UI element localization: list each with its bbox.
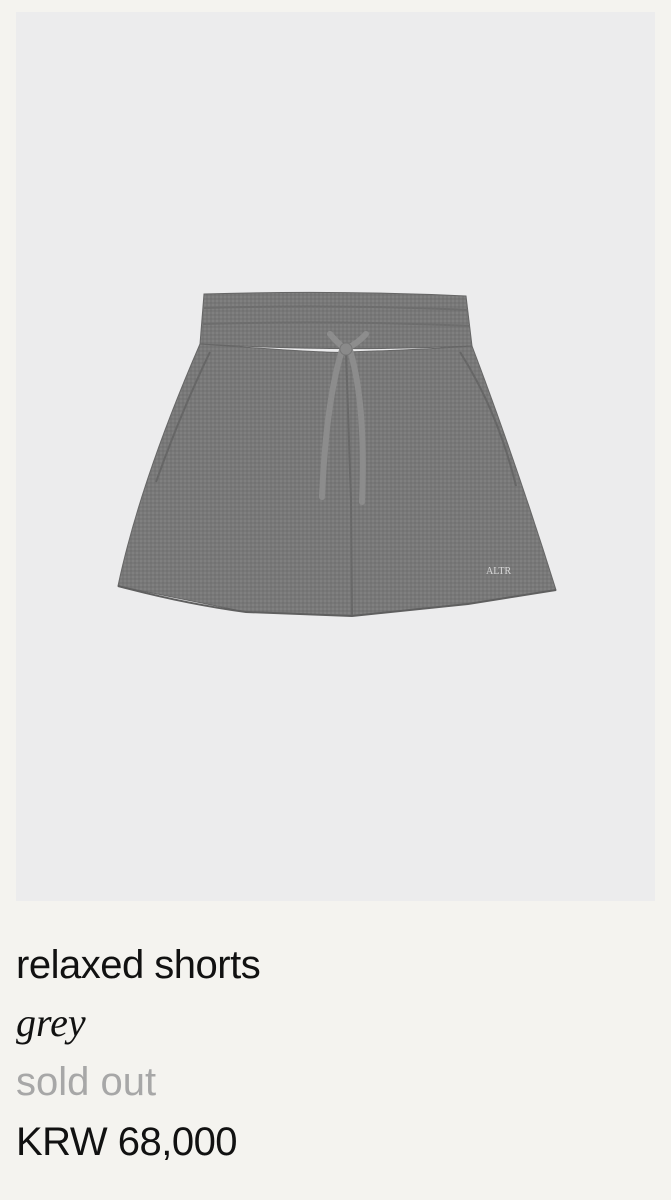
svg-text:ALTR: ALTR bbox=[486, 566, 512, 577]
sold-out-status: sold out bbox=[16, 1060, 157, 1104]
product-name[interactable]: relaxed shorts bbox=[16, 936, 656, 994]
product-color: grey bbox=[16, 1000, 86, 1045]
grey-shorts-image: ALTR bbox=[117, 291, 557, 618]
product-price: KRW 68,000 bbox=[16, 1120, 238, 1164]
product-photo[interactable]: ALTR bbox=[16, 12, 655, 901]
product-card[interactable]: ALTR relaxed shorts grey sold out KRW 68… bbox=[0, 0, 671, 1200]
